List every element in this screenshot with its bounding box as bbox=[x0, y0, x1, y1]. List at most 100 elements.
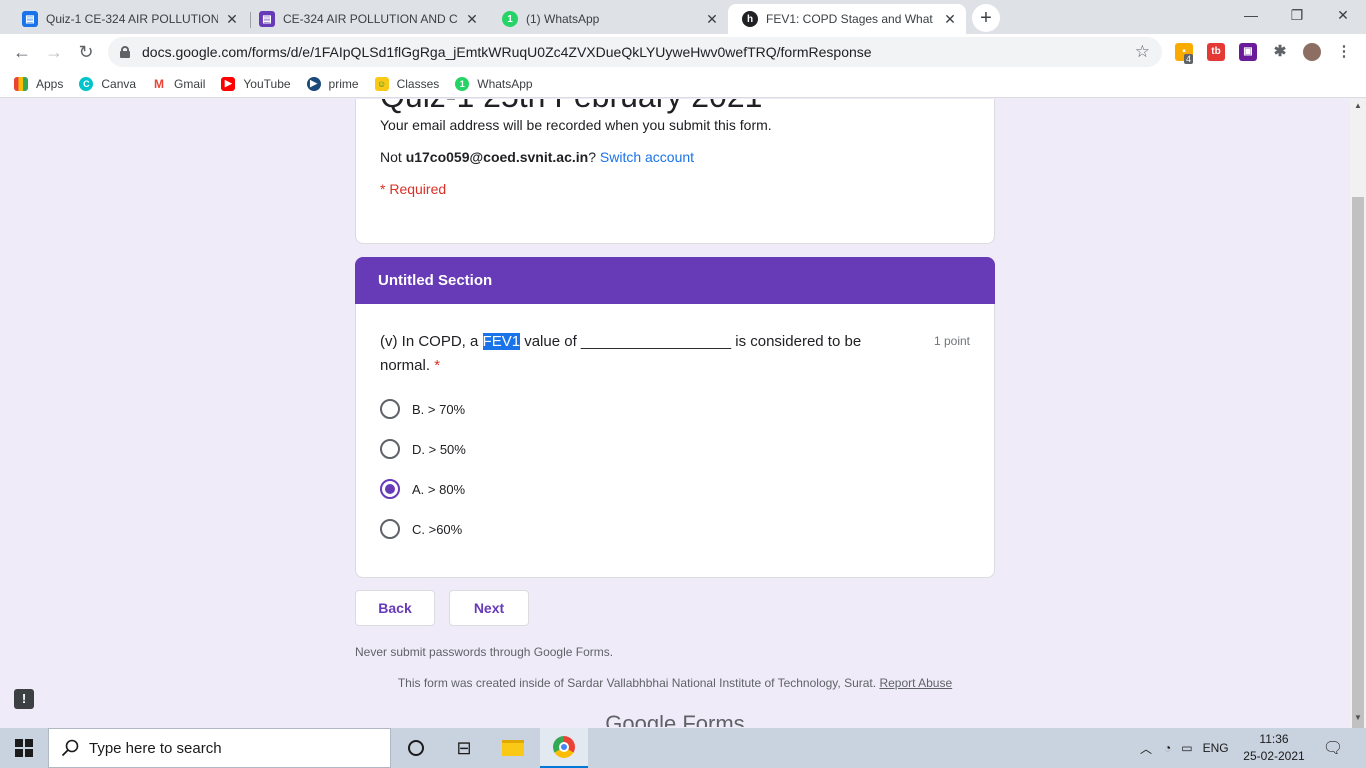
bookmark-prime[interactable]: ▶ prime bbox=[306, 76, 359, 91]
lock-icon bbox=[120, 46, 130, 58]
file-explorer-icon[interactable] bbox=[489, 728, 537, 768]
whatsapp-icon: 1 bbox=[455, 76, 470, 91]
close-icon[interactable]: ✕ bbox=[464, 11, 480, 27]
radio-button[interactable] bbox=[380, 399, 400, 419]
report-abuse-link[interactable]: Report Abuse bbox=[879, 676, 952, 690]
windows-start-button[interactable] bbox=[0, 728, 48, 768]
scroll-down-arrow-icon[interactable]: ▼ bbox=[1354, 713, 1362, 722]
option-a[interactable]: A. > 80% bbox=[380, 478, 465, 500]
bookmark-label: prime bbox=[328, 76, 359, 91]
windows-taskbar: Type here to search ⊟ ︿ ◔ ▭ ENG 11:36 25… bbox=[0, 728, 1366, 768]
youtube-icon: ▶ bbox=[221, 76, 236, 91]
address-bar[interactable]: docs.google.com/forms/d/e/1FAIpQLSd1flGg… bbox=[108, 37, 1162, 67]
radio-button-selected[interactable] bbox=[380, 479, 400, 499]
system-tray: ︿ ◔ ▭ ENG bbox=[1140, 728, 1229, 768]
prime-video-icon: ▶ bbox=[306, 76, 321, 91]
bookmark-label: Classes bbox=[396, 76, 440, 91]
restore-icon[interactable]: ❐ bbox=[1274, 4, 1320, 26]
next-button[interactable]: Next bbox=[449, 590, 529, 626]
puzzle-icon[interactable]: ✱ bbox=[1271, 43, 1289, 61]
back-button[interactable]: Back bbox=[355, 590, 435, 626]
taskbar-clock[interactable]: 11:36 25-02-2021 bbox=[1236, 731, 1312, 765]
healthline-icon: h bbox=[742, 11, 758, 27]
option-label: C. >60% bbox=[412, 521, 463, 537]
search-placeholder: Type here to search bbox=[89, 739, 222, 757]
avatar[interactable] bbox=[1303, 43, 1321, 61]
battery-icon[interactable]: ▭ bbox=[1181, 741, 1192, 755]
close-window-icon[interactable]: ✕ bbox=[1320, 4, 1366, 26]
language-indicator[interactable]: ENG bbox=[1203, 741, 1229, 755]
new-tab-button[interactable]: + bbox=[972, 4, 1000, 32]
cortana-icon[interactable] bbox=[392, 728, 440, 768]
scrollbar-thumb[interactable] bbox=[1352, 197, 1364, 768]
google-forms-icon: ▤ bbox=[22, 11, 38, 27]
account-email: u17co059@coed.svnit.ac.in bbox=[405, 149, 589, 165]
tab-whatsapp[interactable]: 1 (1) WhatsApp ✕ bbox=[488, 4, 728, 34]
browser-toolbar: ← → ↻ docs.google.com/forms/d/e/1FAIpQLS… bbox=[0, 34, 1366, 70]
bookmark-label: Apps bbox=[36, 76, 64, 91]
bookmark-star-icon[interactable]: ☆ bbox=[1135, 42, 1150, 62]
notification-icon[interactable]: 🗨 bbox=[1310, 728, 1356, 768]
reload-icon[interactable]: ↻ bbox=[74, 40, 98, 64]
bookmark-classes[interactable]: ☺ Classes bbox=[374, 76, 440, 91]
task-view-icon[interactable]: ⊟ bbox=[440, 728, 488, 768]
scroll-up-arrow-icon[interactable]: ▲ bbox=[1354, 101, 1362, 110]
bookmark-gmail[interactable]: M Gmail bbox=[152, 76, 205, 91]
created-text: This form was created inside of Sardar V… bbox=[397, 676, 877, 690]
option-b[interactable]: B. > 70% bbox=[380, 398, 465, 420]
question-card: (v) In COPD, a FEV1 value of ___________… bbox=[355, 304, 995, 578]
required-note: * Required bbox=[380, 181, 447, 197]
bookmark-label: WhatsApp bbox=[477, 76, 533, 91]
classes-icon: ☺ bbox=[374, 76, 389, 91]
bookmark-label: Canva bbox=[101, 76, 137, 91]
chevron-up-icon[interactable]: ︿ bbox=[1140, 740, 1152, 757]
required-asterisk: * bbox=[434, 357, 441, 374]
option-label: A. > 80% bbox=[412, 481, 466, 497]
url-text[interactable]: docs.google.com/forms/d/e/1FAIpQLSd1flGg… bbox=[142, 44, 872, 60]
switch-account-link[interactable]: Switch account bbox=[600, 149, 694, 165]
form-page: Quiz-1 25th February 2021 Your email add… bbox=[0, 99, 1350, 727]
account-prefix: Not bbox=[380, 149, 406, 165]
whatsapp-icon: 1 bbox=[502, 11, 518, 27]
chrome-icon[interactable] bbox=[540, 728, 588, 768]
bookmark-youtube[interactable]: ▶ YouTube bbox=[221, 76, 291, 91]
option-c[interactable]: C. >60% bbox=[380, 518, 462, 540]
option-label: D. > 50% bbox=[412, 441, 466, 457]
created-note: This form was created inside of Sardar V… bbox=[0, 676, 1350, 690]
taskbar-search-input[interactable]: Type here to search bbox=[48, 728, 391, 768]
question-text-part: (v) In COPD, a bbox=[380, 333, 483, 350]
bookmark-apps[interactable]: Apps bbox=[14, 76, 64, 91]
tab-quiz-form[interactable]: ▤ Quiz-1 CE-324 AIR POLLUTION A ✕ bbox=[8, 4, 248, 34]
windows-logo-icon bbox=[15, 739, 33, 757]
feedback-icon[interactable]: ! bbox=[14, 689, 34, 709]
radio-button[interactable] bbox=[380, 519, 400, 539]
close-icon[interactable]: ✕ bbox=[704, 11, 720, 27]
tab-title: (1) WhatsApp bbox=[526, 12, 600, 26]
bookmark-whatsapp[interactable]: 1 WhatsApp bbox=[455, 76, 533, 91]
browser-tab-strip: ▤ Quiz-1 CE-324 AIR POLLUTION A ✕ ▤ CE-3… bbox=[0, 0, 1366, 34]
close-icon[interactable]: ✕ bbox=[942, 11, 958, 27]
kebab-menu-icon[interactable]: ⋮ bbox=[1335, 43, 1353, 61]
radio-button[interactable] bbox=[380, 439, 400, 459]
section-header: Untitled Section bbox=[355, 257, 995, 305]
option-d[interactable]: D. > 50% bbox=[380, 438, 466, 460]
extension-icon[interactable]: ▣ bbox=[1239, 43, 1257, 61]
tab-course-form[interactable]: ▤ CE-324 AIR POLLUTION AND CO ✕ bbox=[245, 4, 488, 34]
option-label: B. > 70% bbox=[412, 401, 466, 417]
extension-icon[interactable]: tb bbox=[1207, 43, 1225, 61]
minimize-icon[interactable]: — bbox=[1228, 4, 1274, 26]
tab-fev1-article[interactable]: h FEV1: COPD Stages and What Yo ✕ bbox=[728, 4, 966, 34]
canva-icon: C bbox=[79, 76, 94, 91]
account-suffix: ? bbox=[588, 149, 600, 165]
page-scrollbar[interactable]: ▲ ▼ bbox=[1350, 99, 1366, 768]
back-arrow-icon[interactable]: ← bbox=[10, 40, 34, 64]
bookmark-canva[interactable]: C Canva bbox=[79, 76, 137, 91]
apps-grid-icon bbox=[14, 76, 28, 91]
forward-arrow-icon[interactable]: → bbox=[42, 40, 66, 64]
bookmark-label: YouTube bbox=[243, 76, 291, 91]
google-forms-icon: ▤ bbox=[259, 11, 275, 27]
extension-badge: 4 bbox=[1184, 54, 1194, 64]
form-header-card: Quiz-1 25th February 2021 Your email add… bbox=[355, 99, 995, 244]
close-icon[interactable]: ✕ bbox=[224, 11, 240, 27]
wifi-icon[interactable]: ◔ bbox=[1164, 741, 1171, 755]
